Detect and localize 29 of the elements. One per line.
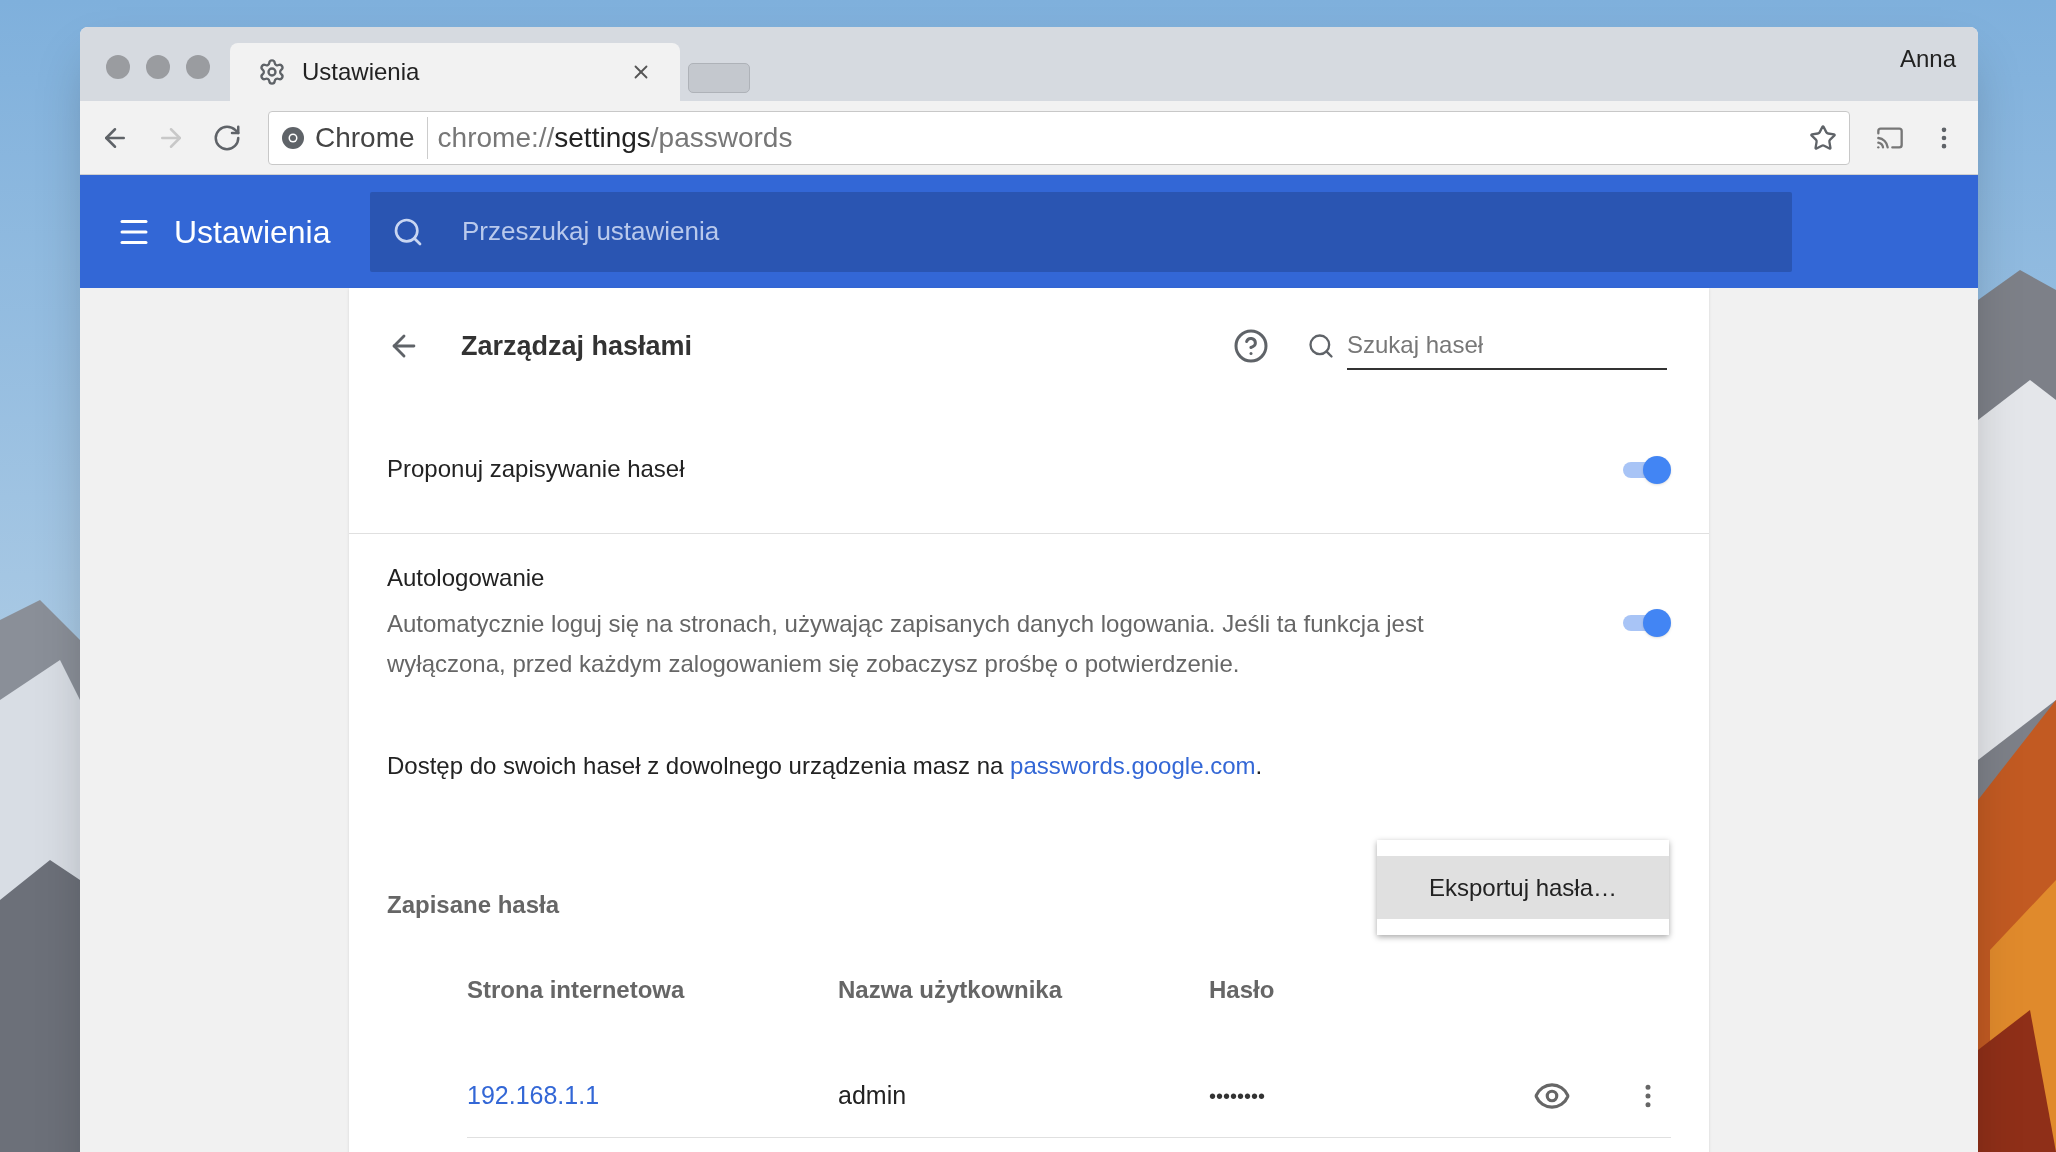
sync-note: Dostęp do swoich haseł z dowolnego urządzenia masz na passwords.google.com. <box>386 751 1264 781</box>
profile-name[interactable]: Anna <box>1899 41 1956 77</box>
search-icon <box>1307 332 1335 360</box>
username-cell-text: admin <box>838 1079 908 1111</box>
site-label: Chrome <box>315 116 428 159</box>
address-bar[interactable]: Chrome chrome://settings/passwords <box>268 110 1850 165</box>
site-link[interactable]: 192.168.1.1 <box>467 1076 838 1115</box>
column-header: Nazwa użytkownika <box>838 975 1064 1005</box>
bookmark-star-icon[interactable] <box>1809 123 1837 152</box>
toggle-switch[interactable] <box>1621 607 1671 637</box>
toggle-description: Automatycznie loguj się na stronach, używając zapisanych danych logowania. Jeśli ta funkcja jest wyłączona, przed każdym zalogowaniem się zobaczysz prośbę o potwierdzenie. <box>387 609 1425 679</box>
section-title: Zapisane hasła <box>387 890 560 920</box>
toggle-label: Autologowanie <box>387 563 546 593</box>
column-header: Strona internetowa <box>467 975 686 1005</box>
passwords-link[interactable]: passwords.google.com <box>1010 752 1256 779</box>
toggle-label: Proponuj zapisywanie haseł <box>387 453 686 484</box>
browser-tab[interactable]: Ustawienia <box>230 43 680 101</box>
password-search-field[interactable]: Szukaj haseł <box>1347 322 1667 370</box>
page-title: Zarządzaj hasłami <box>461 329 694 363</box>
settings-title: Ustawienia <box>174 212 332 252</box>
menu-item[interactable]: Eksportuj hasła… <box>1377 856 1669 919</box>
column-header: Hasło <box>1209 975 1276 1005</box>
help-icon[interactable] <box>1233 328 1269 364</box>
site-icon <box>281 125 305 150</box>
tab-title: Ustawienia <box>302 57 421 87</box>
password-cell-text: •••••••• <box>1209 1083 1266 1109</box>
url-text: chrome://settings/passwords <box>437 120 794 155</box>
settings-icon <box>258 58 286 86</box>
settings-search-field[interactable]: Przeszukaj ustawienia <box>370 191 1792 272</box>
